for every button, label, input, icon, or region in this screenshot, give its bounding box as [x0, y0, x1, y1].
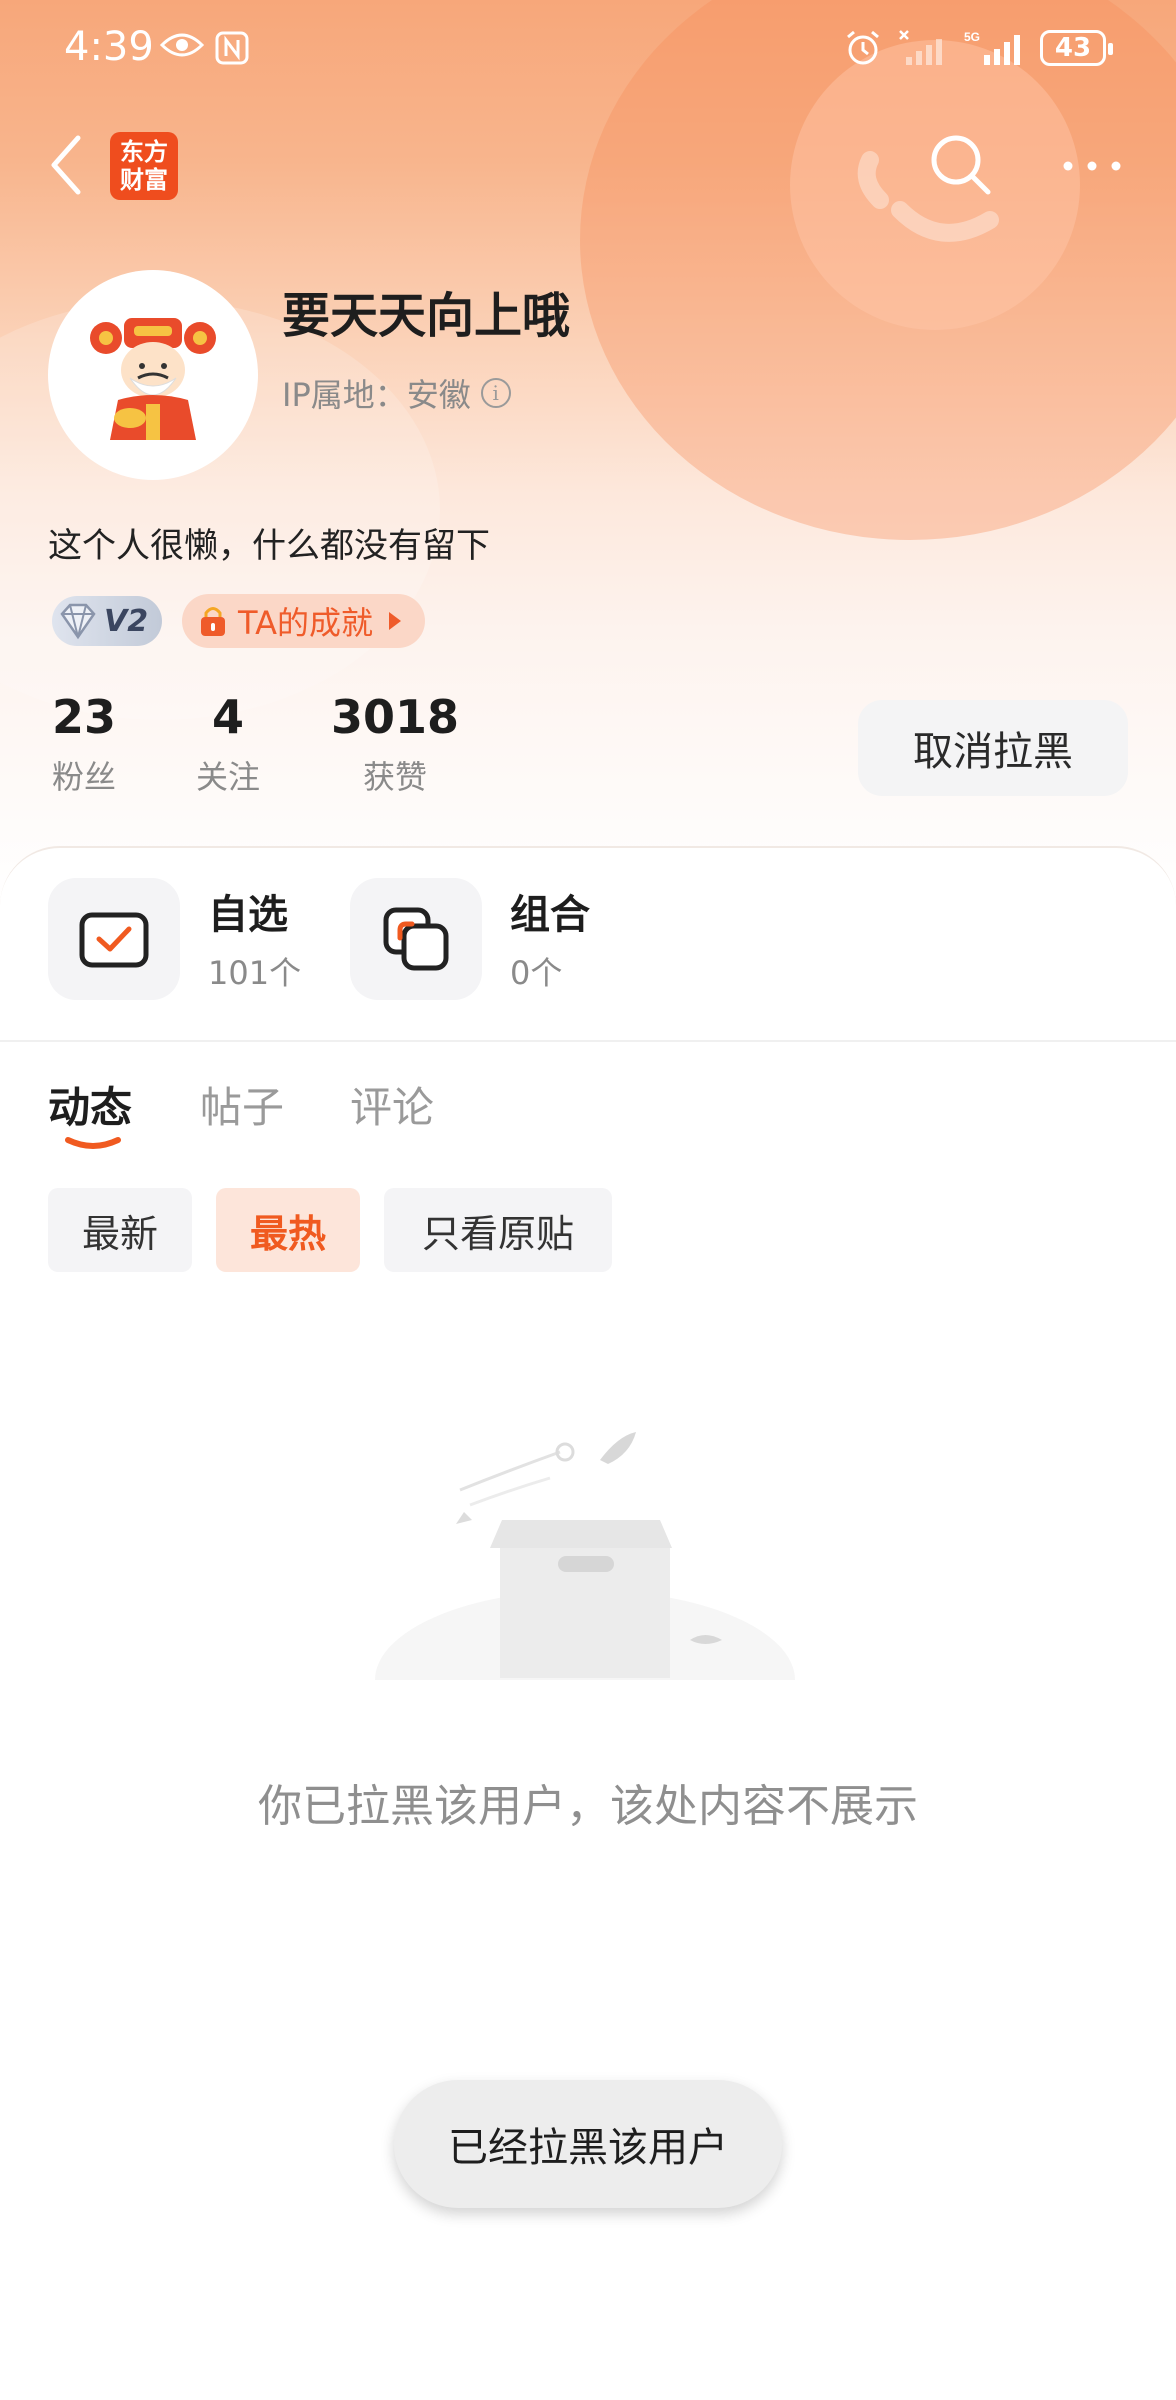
signal-no-service-icon	[899, 30, 942, 65]
toast: 已经拉黑该用户	[394, 2080, 782, 2208]
stat-label: 获赞	[362, 758, 427, 796]
watchlist-title: 自选	[208, 892, 288, 938]
portfolio-icon	[383, 907, 449, 971]
portfolio-count: 0个	[510, 954, 563, 992]
portfolio-title: 组合	[510, 892, 590, 938]
signal-5g-icon: 5G	[964, 30, 1020, 65]
ip-location-row: IP属地：安徽 i	[282, 370, 511, 416]
divider	[0, 1040, 1176, 1042]
info-icon[interactable]: i	[480, 378, 511, 408]
watchlist-icon-box	[48, 878, 180, 1000]
achievement-badge[interactable]: TA的成就	[182, 594, 425, 648]
stat-fans[interactable]: 23 粉丝	[46, 690, 122, 798]
status-indicators: 5G 43	[844, 28, 1113, 68]
app-logo: 东方 财富	[110, 132, 178, 200]
bio: 这个人很懒，什么都没有留下	[48, 526, 490, 566]
empty-message: 你已拉黑该用户，该处内容不展示	[258, 1781, 918, 1832]
stat-label: 粉丝	[51, 758, 116, 796]
app-logo-line2: 财富	[120, 166, 168, 194]
app-logo-line1: 东方	[120, 138, 168, 166]
lock-icon	[201, 607, 225, 636]
unblock-button[interactable]: 取消拉黑	[858, 700, 1128, 796]
svg-text:5G: 5G	[964, 30, 980, 44]
filter-hottest-button[interactable]: 最热	[216, 1188, 360, 1272]
tab-active-indicator	[65, 1137, 121, 1149]
battery-indicator: 43	[1040, 30, 1113, 66]
back-arrow-icon[interactable]	[44, 130, 92, 200]
nfc-icon	[215, 31, 249, 65]
status-time: 4:39	[64, 24, 154, 70]
battery-level: 43	[1054, 33, 1092, 63]
ip-location: IP属地：安徽	[282, 376, 471, 414]
play-triangle-icon	[388, 612, 401, 630]
filter-original-only-button[interactable]: 只看原贴	[384, 1188, 612, 1272]
username: 要天天向上哦	[282, 288, 571, 344]
alarm-icon	[847, 30, 879, 65]
tab-dynamics[interactable]: 动态	[48, 1074, 132, 1135]
portfolio-icon-box	[350, 878, 482, 1000]
eye-icon	[160, 33, 204, 57]
god-of-wealth-avatar-icon	[90, 318, 216, 440]
level-badge[interactable]: V2	[52, 596, 162, 646]
tab-posts[interactable]: 帖子	[200, 1074, 284, 1135]
filter-latest-button[interactable]: 最新	[48, 1188, 192, 1272]
stat-value: 23	[51, 690, 116, 744]
tab-comments[interactable]: 评论	[350, 1074, 434, 1135]
watchlist-check-icon	[79, 912, 149, 968]
stat-value: 3018	[330, 690, 460, 744]
stat-value: 4	[211, 690, 244, 744]
portfolio-entry[interactable]: 组合 0个	[350, 878, 610, 1000]
level-badge-text: V2	[104, 603, 149, 639]
diamond-icon	[60, 603, 96, 640]
search-icon[interactable]	[926, 130, 996, 200]
status-bar: 4:39 5G 43	[0, 0, 1176, 100]
stat-label: 关注	[195, 758, 260, 796]
avatar[interactable]	[48, 270, 258, 480]
more-icon[interactable]	[1060, 148, 1130, 184]
stat-likes[interactable]: 3018 获赞	[330, 690, 460, 798]
watchlist-count: 101个	[208, 954, 302, 992]
achievement-label: TA的成就	[238, 604, 373, 642]
empty-box-illustration	[360, 1432, 820, 1700]
stat-following[interactable]: 4 关注	[190, 690, 266, 798]
watchlist-entry[interactable]: 自选 101个	[48, 878, 328, 1000]
